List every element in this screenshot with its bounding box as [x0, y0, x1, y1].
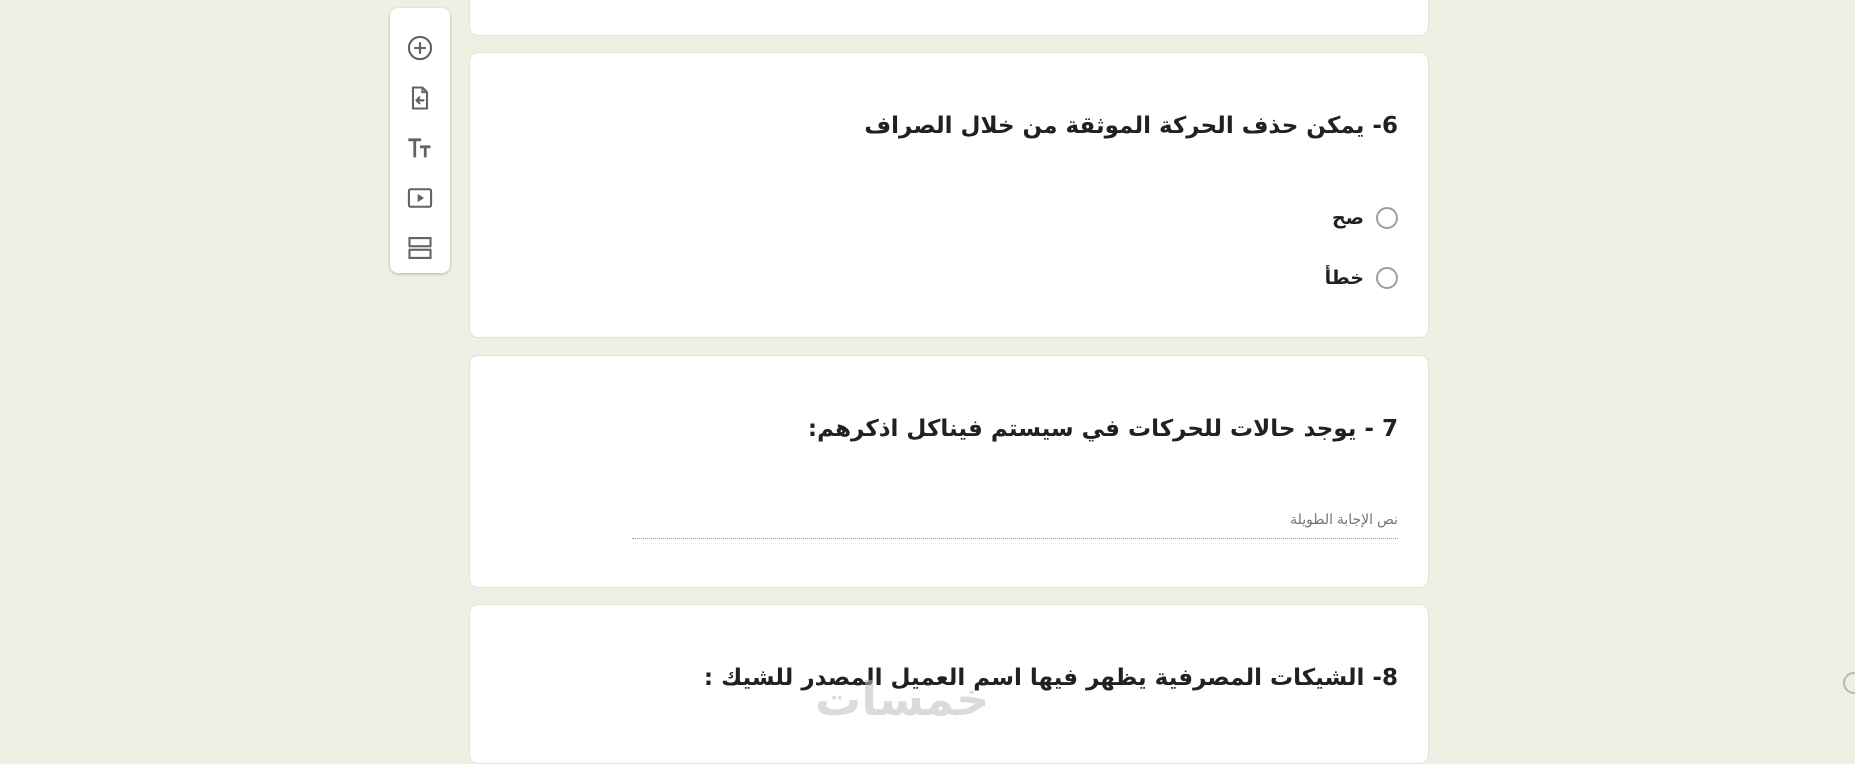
- long-answer-placeholder: نص الإجابة الطويلة: [1290, 511, 1398, 527]
- question-title: 6- يمكن حذف الحركة الموثقة من خلال الصرا…: [864, 113, 1398, 139]
- option-label: صح: [1331, 207, 1364, 229]
- add-circle-icon: [407, 35, 433, 61]
- radio-button[interactable]: [1376, 267, 1398, 289]
- import-questions-button[interactable]: [402, 80, 438, 116]
- option-label: خطأ: [1324, 267, 1364, 289]
- question-card-previous: [469, 0, 1429, 36]
- question-card-7[interactable]: 7 - يوجد حالات للحركات في سيستم فيناكل ا…: [469, 355, 1429, 588]
- title-text-icon: [408, 138, 431, 158]
- import-questions-icon: [411, 86, 429, 110]
- watermark-logo: خمسات: [815, 672, 990, 726]
- radio-button[interactable]: [1376, 207, 1398, 229]
- help-icon[interactable]: [1843, 672, 1855, 694]
- question-title: 7 - يوجد حالات للحركات في سيستم فيناكل ا…: [807, 416, 1398, 442]
- add-video-button[interactable]: [402, 180, 438, 216]
- add-section-button[interactable]: [402, 230, 438, 266]
- video-icon: [407, 188, 433, 208]
- option-true[interactable]: صح: [1332, 205, 1398, 231]
- add-question-button[interactable]: [402, 30, 438, 66]
- question-card-6[interactable]: 6- يمكن حذف الحركة الموثقة من خلال الصرا…: [469, 52, 1429, 338]
- question-title: 8- الشيكات المصرفية يظهر فيها اسم العميل…: [703, 665, 1398, 691]
- long-answer-field[interactable]: نص الإجابة الطويلة: [632, 508, 1398, 539]
- option-false[interactable]: خطأ: [1325, 265, 1398, 291]
- add-title-button[interactable]: [402, 130, 438, 166]
- floating-toolbar: [390, 8, 450, 273]
- section-icon: [408, 237, 432, 259]
